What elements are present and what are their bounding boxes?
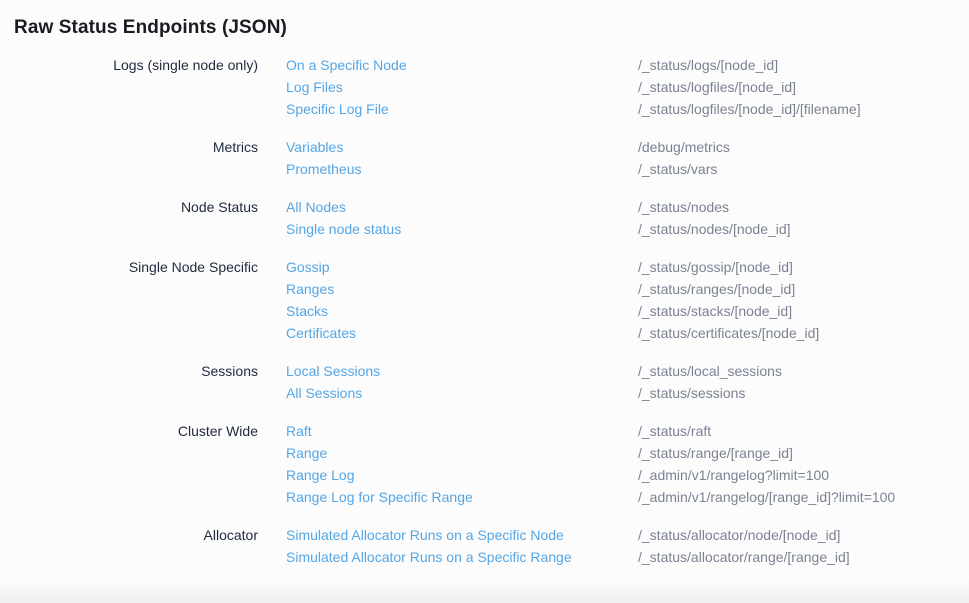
category-label: Cluster Wide [0, 420, 258, 442]
endpoint-row: Simulated Allocator Runs on a Specific R… [286, 546, 850, 568]
endpoint-entries: Raft /_status/raft Range /_status/range/… [286, 420, 895, 508]
endpoint-link[interactable]: Specific Log File [286, 98, 638, 120]
endpoint-group-cluster-wide: Cluster Wide Raft /_status/raft Range /_… [0, 420, 969, 508]
endpoint-link[interactable]: Raft [286, 420, 638, 442]
endpoint-entries: Variables /debug/metrics Prometheus /_st… [286, 136, 730, 180]
category-label: Metrics [0, 136, 258, 158]
endpoint-link[interactable]: Stacks [286, 300, 638, 322]
endpoint-group-allocator: Allocator Simulated Allocator Runs on a … [0, 524, 969, 568]
endpoint-path: /_status/allocator/range/[range_id] [638, 546, 850, 568]
endpoint-row: All Nodes /_status/nodes [286, 196, 791, 218]
endpoint-row: Log Files /_status/logfiles/[node_id] [286, 76, 861, 98]
endpoint-row: Range Log /_admin/v1/rangelog?limit=100 [286, 464, 895, 486]
endpoint-link[interactable]: Range Log for Specific Range [286, 486, 638, 508]
endpoint-link[interactable]: All Sessions [286, 382, 638, 404]
category-label: Single Node Specific [0, 256, 258, 278]
endpoint-group-logs: Logs (single node only) On a Specific No… [0, 54, 969, 120]
endpoint-entries: All Nodes /_status/nodes Single node sta… [286, 196, 791, 240]
endpoint-entries: Simulated Allocator Runs on a Specific N… [286, 524, 850, 568]
endpoint-row: Raft /_status/raft [286, 420, 895, 442]
endpoint-link[interactable]: Simulated Allocator Runs on a Specific R… [286, 546, 638, 568]
endpoint-path: /_status/gossip/[node_id] [638, 256, 793, 278]
category-label: Sessions [0, 360, 258, 382]
endpoint-row: Local Sessions /_status/local_sessions [286, 360, 782, 382]
endpoint-row: Stacks /_status/stacks/[node_id] [286, 300, 819, 322]
endpoint-group-node-status: Node Status All Nodes /_status/nodes Sin… [0, 196, 969, 240]
endpoint-link[interactable]: Single node status [286, 218, 638, 240]
endpoint-row: Simulated Allocator Runs on a Specific N… [286, 524, 850, 546]
endpoint-row: Single node status /_status/nodes/[node_… [286, 218, 791, 240]
endpoint-path: /_status/raft [638, 420, 711, 442]
endpoint-row: Range Log for Specific Range /_admin/v1/… [286, 486, 895, 508]
endpoint-entries: On a Specific Node /_status/logs/[node_i… [286, 54, 861, 120]
endpoint-path: /_status/logs/[node_id] [638, 54, 778, 76]
endpoint-group-single-node-specific: Single Node Specific Gossip /_status/gos… [0, 256, 969, 344]
endpoint-path: /_status/nodes [638, 196, 729, 218]
endpoint-row: Ranges /_status/ranges/[node_id] [286, 278, 819, 300]
bottom-fade [0, 579, 969, 603]
endpoint-link[interactable]: Simulated Allocator Runs on a Specific N… [286, 524, 638, 546]
endpoint-link[interactable]: Variables [286, 136, 638, 158]
category-label: Logs (single node only) [0, 54, 258, 76]
endpoint-link[interactable]: Local Sessions [286, 360, 638, 382]
category-label: Allocator [0, 524, 258, 546]
endpoint-path: /_status/sessions [638, 382, 745, 404]
endpoint-path: /debug/metrics [638, 136, 730, 158]
endpoint-path: /_status/logfiles/[node_id] [638, 76, 796, 98]
endpoint-link[interactable]: Prometheus [286, 158, 638, 180]
endpoint-row: Variables /debug/metrics [286, 136, 730, 158]
endpoint-path: /_status/local_sessions [638, 360, 782, 382]
endpoint-row: Gossip /_status/gossip/[node_id] [286, 256, 819, 278]
endpoint-group-metrics: Metrics Variables /debug/metrics Prometh… [0, 136, 969, 180]
endpoint-row: Certificates /_status/certificates/[node… [286, 322, 819, 344]
endpoint-path: /_status/allocator/node/[node_id] [638, 524, 840, 546]
endpoint-path: /_status/ranges/[node_id] [638, 278, 795, 300]
endpoint-path: /_status/stacks/[node_id] [638, 300, 792, 322]
endpoint-path: /_status/certificates/[node_id] [638, 322, 819, 344]
endpoint-row: Range /_status/range/[range_id] [286, 442, 895, 464]
endpoint-link[interactable]: Range [286, 442, 638, 464]
endpoint-link[interactable]: Ranges [286, 278, 638, 300]
endpoint-row: All Sessions /_status/sessions [286, 382, 782, 404]
endpoint-path: /_status/nodes/[node_id] [638, 218, 791, 240]
endpoint-row: On a Specific Node /_status/logs/[node_i… [286, 54, 861, 76]
endpoint-link[interactable]: Certificates [286, 322, 638, 344]
endpoint-path: /_status/range/[range_id] [638, 442, 793, 464]
endpoint-row: Prometheus /_status/vars [286, 158, 730, 180]
endpoint-row: Specific Log File /_status/logfiles/[nod… [286, 98, 861, 120]
endpoint-path: /_status/logfiles/[node_id]/[filename] [638, 98, 861, 120]
endpoint-link[interactable]: Range Log [286, 464, 638, 486]
endpoint-link[interactable]: All Nodes [286, 196, 638, 218]
endpoint-link[interactable]: Gossip [286, 256, 638, 278]
page-title: Raw Status Endpoints (JSON) [0, 0, 969, 42]
endpoint-group-sessions: Sessions Local Sessions /_status/local_s… [0, 360, 969, 404]
endpoint-path: /_status/vars [638, 158, 717, 180]
endpoint-link[interactable]: On a Specific Node [286, 54, 638, 76]
endpoint-entries: Local Sessions /_status/local_sessions A… [286, 360, 782, 404]
endpoint-entries: Gossip /_status/gossip/[node_id] Ranges … [286, 256, 819, 344]
category-label: Node Status [0, 196, 258, 218]
endpoint-link[interactable]: Log Files [286, 76, 638, 98]
endpoint-path: /_admin/v1/rangelog/[range_id]?limit=100 [638, 486, 895, 508]
endpoint-path: /_admin/v1/rangelog?limit=100 [638, 464, 829, 486]
raw-status-endpoint-list: Logs (single node only) On a Specific No… [0, 54, 969, 568]
